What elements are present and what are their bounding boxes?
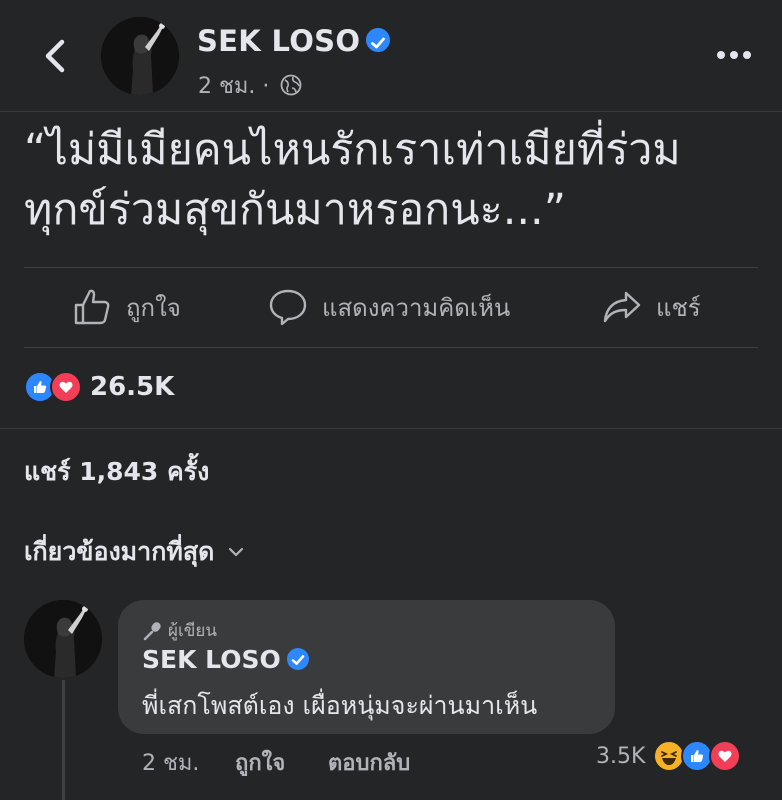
section-separator bbox=[0, 428, 782, 429]
love-reaction-icon bbox=[50, 371, 82, 403]
author-badge: ผู้เขียน bbox=[142, 617, 217, 644]
post-time[interactable]: 2 ชม. bbox=[198, 74, 255, 99]
author-name-text[interactable]: SEK LOSO bbox=[197, 24, 360, 58]
post-author-name[interactable]: SEK LOSO bbox=[197, 24, 391, 58]
globe-icon bbox=[281, 74, 302, 96]
microphone-icon bbox=[143, 621, 161, 640]
comment-reaction-count: 3.5K bbox=[596, 743, 646, 769]
thread-line bbox=[62, 680, 65, 800]
divider bbox=[24, 267, 758, 268]
verified-badge-icon bbox=[366, 28, 391, 52]
comment-reply-button[interactable]: ตอบกลับ bbox=[328, 745, 410, 780]
badge-label: ผู้เขียน bbox=[168, 621, 217, 641]
comment-reactions[interactable]: 3.5K bbox=[596, 740, 742, 772]
divider bbox=[24, 347, 758, 348]
share-arrow-icon bbox=[603, 291, 641, 323]
avatar-photo-icon bbox=[101, 17, 179, 95]
comment-button[interactable]: แสดงความคิดเห็น bbox=[268, 285, 510, 329]
more-options-icon[interactable] bbox=[716, 50, 752, 60]
comment-sort-dropdown[interactable]: เกี่ยวข้องมากที่สุด bbox=[24, 532, 246, 572]
post-text-line-2: ทุกข์ร่วมสุขกันมาหรอกนะ...” bbox=[24, 185, 566, 235]
share-count[interactable]: แชร์ 1,843 ครั้ง bbox=[24, 452, 209, 492]
comment-text: พี่เสกโพสต์เอง เผื่อหนุ่มจะผ่านมาเห็น bbox=[142, 691, 538, 720]
post-body: “ไม่มีเมียคนไหนรักเราเท่าเมียที่ร่วม ทุก… bbox=[24, 120, 764, 240]
reactions-summary[interactable]: 26.5K bbox=[24, 368, 174, 406]
post-text-line-1: “ไม่มีเมียคนไหนรักเราเท่าเมียที่ร่วม bbox=[24, 125, 681, 175]
comment-like-button[interactable]: ถูกใจ bbox=[235, 745, 285, 780]
comment-time[interactable]: 2 ชม. bbox=[142, 745, 199, 780]
like-label: ถูกใจ bbox=[126, 293, 181, 322]
reaction-count: 26.5K bbox=[90, 372, 175, 402]
comment-author[interactable]: SEK LOSO bbox=[142, 645, 309, 674]
comment-author-name[interactable]: SEK LOSO bbox=[142, 645, 281, 674]
author-avatar[interactable] bbox=[101, 17, 179, 95]
meta-dot: · bbox=[262, 74, 270, 99]
share-button[interactable]: แชร์ bbox=[602, 285, 701, 329]
comment-bubble-icon bbox=[269, 289, 307, 326]
like-button[interactable]: ถูกใจ bbox=[72, 285, 181, 329]
sort-label: เกี่ยวข้องมากที่สุด bbox=[24, 537, 215, 566]
post-meta: 2 ชม. · bbox=[198, 68, 302, 103]
comment-label: แสดงความคิดเห็น bbox=[322, 293, 511, 322]
share-label: แชร์ bbox=[656, 293, 701, 322]
verified-badge-icon bbox=[286, 648, 309, 670]
avatar-photo-icon bbox=[24, 600, 102, 678]
commenter-avatar[interactable] bbox=[24, 600, 102, 678]
love-reaction-icon bbox=[709, 740, 742, 772]
chevron-down-icon bbox=[229, 547, 244, 557]
back-arrow-icon[interactable] bbox=[40, 38, 70, 74]
thumbs-up-icon bbox=[74, 289, 110, 325]
